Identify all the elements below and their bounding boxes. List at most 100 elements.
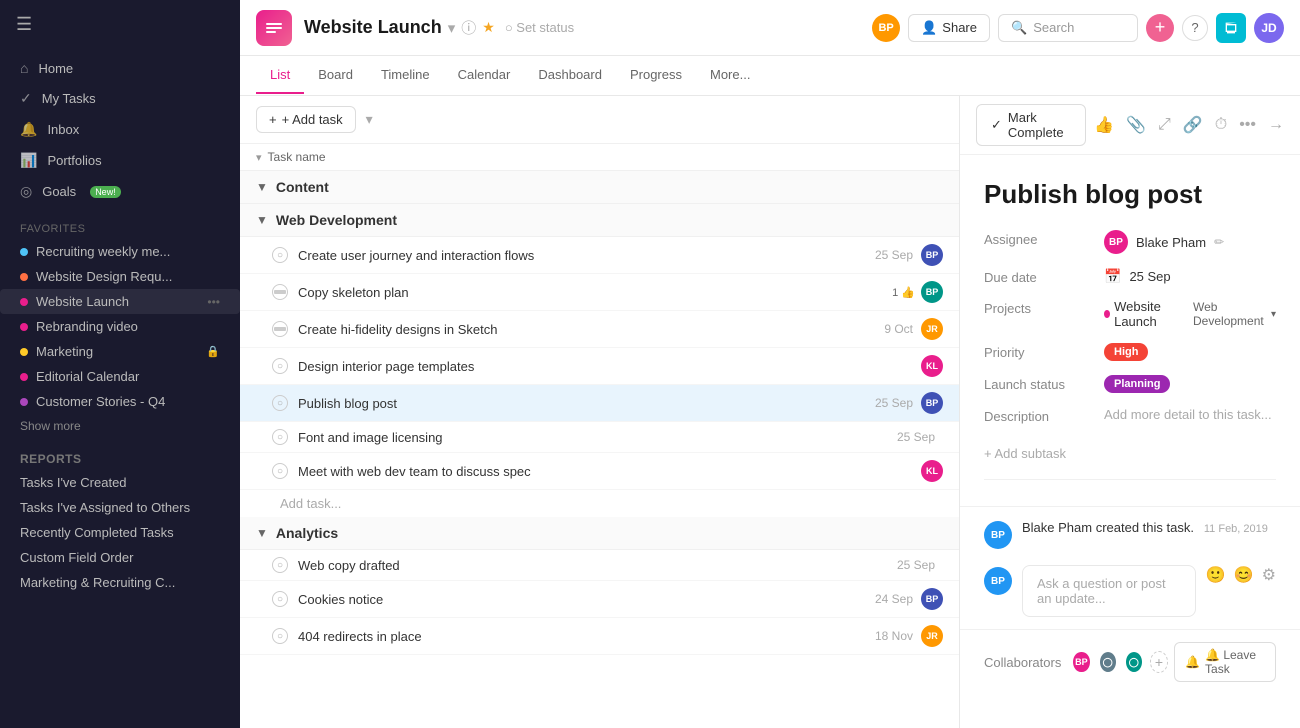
report-tasks-created[interactable]: Tasks I've Created [0,470,240,495]
add-task-inline[interactable]: Add task... [240,490,959,517]
task-date: 18 Nov [875,629,913,643]
sidebar-fav-rebranding[interactable]: Rebranding video [0,314,240,339]
sidebar-item-inbox[interactable]: 🔔 Inbox [0,114,240,145]
section-analytics[interactable]: ▼ Analytics [240,517,959,550]
detail-toolbar-actions: 👍 📎 ⤢ 🔗 ⏱ ••• → [1094,115,1284,135]
star-icon[interactable]: ★ [482,19,495,36]
tab-more[interactable]: More... [696,57,764,94]
project1-name: Website Launch [1114,299,1185,329]
tab-navigation: List Board Timeline Calendar Dashboard P… [240,56,1300,96]
task-row[interactable]: Copy skeleton plan 1 👍 BP [240,274,959,311]
sidebar-fav-editorial[interactable]: Editorial Calendar [0,364,240,389]
new-badge: New! [90,186,121,198]
section-webdev[interactable]: ▼ Web Development [240,204,959,237]
task-check-circle[interactable]: ○ [272,429,288,445]
link-icon[interactable]: 🔗 [1183,115,1203,135]
report-marketing-recruiting[interactable]: Marketing & Recruiting C... [0,570,240,595]
tab-board[interactable]: Board [304,57,367,94]
sidebar-item-home[interactable]: ⌂ Home [0,53,240,83]
help-button[interactable]: ? [1182,15,1208,41]
check-icon: ✓ [991,117,1002,133]
duedate-value[interactable]: 📅 25 Sep [1104,268,1276,285]
sidebar-fav-marketing[interactable]: Marketing 🔒 [0,339,240,364]
like-icon[interactable]: 👍 [1094,115,1114,135]
task-row[interactable]: ○ Web copy drafted 25 Sep [240,550,959,581]
fav-dot [20,348,28,356]
task-row[interactable]: ○ 404 redirects in place 18 Nov JR [240,618,959,655]
task-check-circle[interactable]: ○ [272,395,288,411]
sidebar-fav-webdesign[interactable]: Website Design Requ... [0,264,240,289]
task-row[interactable]: ○ Design interior page templates KL [240,348,959,385]
settings-icon[interactable]: ⚙ [1262,565,1276,585]
duplicate-icon[interactable]: ⤢ [1158,116,1171,134]
attach-icon[interactable]: 📎 [1126,115,1146,135]
fav-extra-dots[interactable]: ••• [207,295,220,309]
task-row[interactable]: ○ Font and image licensing 25 Sep [240,422,959,453]
assignee-edit-icon[interactable]: ✏ [1214,235,1224,249]
section-content[interactable]: ▼ Content [240,171,959,204]
share-button[interactable]: 👤 Share [908,14,990,42]
sidebar-item-mytasks[interactable]: ✓ My Tasks [0,83,240,114]
report-label: Custom Field Order [20,550,133,565]
sidebar-fav-websitelaunch[interactable]: Website Launch ••• [0,289,240,314]
user-avatar[interactable]: JD [1254,13,1284,43]
task-row-selected[interactable]: ○ Publish blog post 25 Sep BP [240,385,959,422]
close-icon[interactable]: → [1268,116,1284,134]
report-recently-completed[interactable]: Recently Completed Tasks [0,520,240,545]
more-icon[interactable]: ••• [1239,116,1256,134]
mark-complete-label: Mark Complete [1008,110,1071,140]
tab-timeline[interactable]: Timeline [367,57,444,94]
add-button[interactable]: + [1146,14,1174,42]
collaborators-row: Collaborators BP ◯ ◯ + 🔔 🔔 Leave Task [960,629,1300,694]
priority-badge[interactable]: High [1104,343,1148,361]
task-row[interactable]: Create hi-fidelity designs in Sketch 9 O… [240,311,959,348]
project2-name: Web Development [1193,300,1267,328]
sidebar-toggle-icon[interactable]: ☰ [16,14,32,35]
tab-calendar[interactable]: Calendar [444,57,525,94]
add-subtask-button[interactable]: + Add subtask [984,438,1276,469]
task-check-circle[interactable]: ○ [272,358,288,374]
task-check-circle[interactable] [272,321,288,337]
set-status-btn[interactable]: ○ Set status [505,20,574,35]
task-list-toolbar: + + Add task ▾ [240,96,959,144]
tab-progress[interactable]: Progress [616,57,696,94]
add-task-dropdown[interactable]: ▾ [366,111,373,128]
task-check-circle[interactable] [272,284,288,300]
task-row[interactable]: ○ Cookies notice 24 Sep BP [240,581,959,618]
project-tag-2[interactable]: Web Development ▾ [1193,300,1276,328]
report-custom-field[interactable]: Custom Field Order [0,545,240,570]
mark-complete-button[interactable]: ✓ Mark Complete [976,104,1086,146]
sidebar-fav-recruiting[interactable]: Recruiting weekly me... [0,239,240,264]
comment-input[interactable]: Ask a question or post an update... [1022,565,1196,617]
notification-button[interactable] [1216,13,1246,43]
timer-icon[interactable]: ⏱ [1215,116,1227,134]
task-check-circle[interactable]: ○ [272,557,288,573]
task-check-circle[interactable]: ○ [272,628,288,644]
add-collaborator-button[interactable]: + [1150,651,1168,673]
info-icon[interactable]: ⓘ [461,17,476,38]
search-input[interactable]: 🔍 Search [998,14,1138,42]
tab-list[interactable]: List [256,57,304,94]
tab-dashboard[interactable]: Dashboard [524,57,616,94]
task-row[interactable]: ○ Meet with web dev team to discuss spec… [240,453,959,490]
report-tasks-assigned[interactable]: Tasks I've Assigned to Others [0,495,240,520]
bell-icon: 🔔 [20,121,37,138]
detail-priority-field: Priority High [984,343,1276,361]
project-dropdown-icon[interactable]: ▾ [448,19,456,37]
emoji-icon[interactable]: 🙂 [1206,565,1226,585]
task-row[interactable]: ○ Create user journey and interaction fl… [240,237,959,274]
smile-icon[interactable]: 😊 [1234,565,1254,585]
sidebar-item-portfolios[interactable]: 📊 Portfolios [0,145,240,176]
sidebar-item-goals[interactable]: ◎ Goals New! [0,176,240,207]
show-more-btn[interactable]: Show more [0,414,240,438]
task-check-circle[interactable]: ○ [272,591,288,607]
project-tag-1[interactable]: Website Launch [1104,299,1185,329]
section-label: Analytics [276,525,338,541]
launch-status-badge[interactable]: Planning [1104,375,1170,393]
task-check-circle[interactable]: ○ [272,463,288,479]
task-check-circle[interactable]: ○ [272,247,288,263]
sidebar-fav-customer[interactable]: Customer Stories - Q4 [0,389,240,414]
leave-task-button[interactable]: 🔔 🔔 Leave Task [1174,642,1276,682]
add-task-button[interactable]: + + Add task [256,106,356,133]
description-value[interactable]: Add more detail to this task... [1104,407,1276,422]
